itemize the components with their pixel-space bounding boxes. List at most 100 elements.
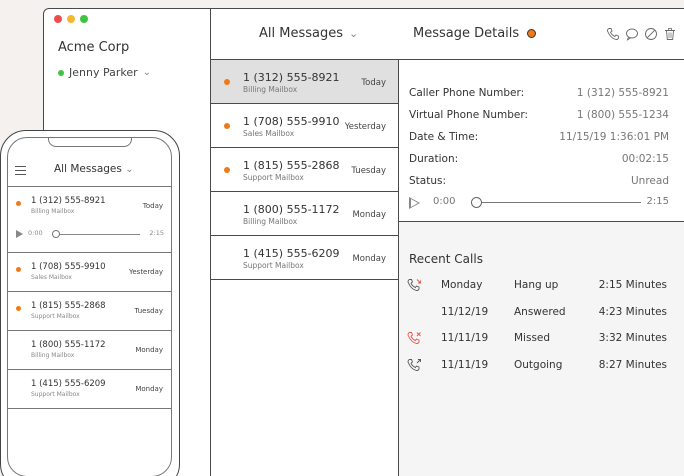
detail-label: Date & Time: (409, 131, 479, 143)
message-mailbox: Billing Mailbox (243, 217, 298, 226)
call-row: Monday Hang up 2:15 Minutes (407, 279, 667, 293)
message-date: Yesterday (129, 268, 163, 276)
play-icon[interactable] (16, 230, 23, 238)
phone-message-row[interactable]: 1 (815) 555-2868 Support Mailbox Tuesday (8, 292, 171, 331)
unread-dot (224, 123, 230, 129)
message-row[interactable]: 1 (312) 555-8921 Billing Mailbox Today (211, 60, 398, 104)
detail-label: Virtual Phone Number: (409, 109, 529, 121)
phone-message-row[interactable]: 1 (312) 555-8921 Billing Mailbox Today 0… (8, 187, 171, 253)
call-duration: 4:23 Minutes (598, 306, 667, 318)
detail-header: Message Details (413, 26, 537, 41)
audio-player: 0:00 2:15 (409, 196, 669, 210)
player-total-time: 2:15 (149, 229, 164, 237)
phone-header: All Messages ⌄ (8, 154, 171, 187)
detail-virtual-row: Virtual Phone Number: 1 (800) 555-1234 (409, 109, 669, 121)
player-progress-track[interactable] (52, 234, 140, 235)
detail-value: 1 (800) 555-1234 (576, 109, 669, 121)
message-row[interactable]: 1 (708) 555-9910 Sales Mailbox Yesterday (211, 104, 398, 148)
player-progress-track[interactable] (471, 202, 641, 203)
message-number: 1 (815) 555-2868 (31, 301, 106, 311)
chevron-down-icon: ⌄ (125, 164, 134, 175)
phone-filter-dropdown[interactable]: All Messages ⌄ (54, 163, 134, 175)
player-scrubber[interactable] (471, 197, 482, 208)
player-current-time: 0:00 (28, 229, 43, 237)
detail-label: Status: (409, 175, 446, 187)
message-date: Tuesday (134, 307, 163, 315)
user-switcher[interactable]: Jenny Parker ⌄ (58, 66, 151, 79)
message-number: 1 (800) 555-1172 (243, 203, 340, 216)
message-date: Today (142, 202, 163, 210)
detail-status-row: Status: Unread (409, 175, 669, 187)
detail-duration-row: Duration: 00:02:15 (409, 153, 669, 165)
detail-caller-row: Caller Phone Number: 1 (312) 555-8921 (409, 87, 669, 99)
message-mailbox: Support Mailbox (31, 391, 80, 398)
phone-screen: All Messages ⌄ 1 (312) 555-8921 Billing … (7, 137, 172, 476)
detail-actions (605, 26, 677, 41)
play-icon[interactable] (409, 197, 420, 209)
call-status: Answered (514, 306, 566, 318)
detail-title: Message Details (413, 26, 520, 41)
unread-dot (16, 201, 21, 206)
message-row[interactable]: 1 (415) 555-6209 Support Mailbox Monday (211, 236, 398, 280)
message-mailbox: Support Mailbox (243, 261, 304, 270)
unread-dot (16, 306, 21, 311)
player-current-time: 0:00 (433, 196, 456, 207)
call-duration: 2:15 Minutes (598, 279, 667, 291)
chat-icon[interactable] (624, 26, 639, 41)
detail-datetime-row: Date & Time: 11/15/19 1:36:01 PM (409, 131, 669, 143)
phone-message-row[interactable]: 1 (708) 555-9910 Sales Mailbox Yesterday (8, 253, 171, 292)
message-mailbox: Billing Mailbox (31, 208, 75, 215)
message-details: Caller Phone Number: 1 (312) 555-8921 Vi… (399, 60, 684, 222)
message-filter-dropdown[interactable]: All Messages ⌄ (259, 26, 358, 41)
message-list: 1 (312) 555-8921 Billing Mailbox Today 1… (211, 60, 399, 476)
call-duration: 8:27 Minutes (598, 359, 667, 371)
call-row: 11/11/19 Missed 3:32 Minutes (407, 332, 667, 346)
message-number: 1 (312) 555-8921 (31, 196, 106, 206)
message-number: 1 (815) 555-2868 (243, 159, 340, 172)
main-header: All Messages ⌄ Message Details (211, 9, 684, 60)
message-date: Monday (352, 210, 386, 220)
message-date: Today (361, 78, 386, 88)
message-mailbox: Support Mailbox (31, 313, 80, 320)
detail-value: 11/15/19 1:36:01 PM (559, 131, 669, 143)
detail-label: Duration: (409, 153, 459, 165)
player-scrubber[interactable] (52, 230, 60, 238)
call-date: Monday (441, 279, 483, 291)
detail-value: 00:02:15 (621, 153, 669, 165)
call-row: 11/11/19 Outgoing 8:27 Minutes (407, 359, 667, 373)
message-mailbox: Sales Mailbox (243, 129, 295, 138)
message-date: Monday (135, 346, 163, 354)
company-name: Acme Corp (58, 40, 130, 55)
phone-message-row[interactable]: 1 (415) 555-6209 Support Mailbox Monday (8, 370, 171, 409)
unread-dot (224, 167, 230, 173)
trash-icon[interactable] (662, 26, 677, 41)
unread-dot (16, 267, 21, 272)
message-row[interactable]: 1 (800) 555-1172 Billing Mailbox Monday (211, 192, 398, 236)
call-status: Missed (514, 332, 551, 344)
call-status: Outgoing (514, 359, 563, 371)
chevron-down-icon: ⌄ (349, 27, 359, 40)
message-date: Yesterday (344, 122, 386, 132)
phone-audio-player: 0:00 2:15 (16, 229, 164, 239)
detail-value: Unread (631, 175, 669, 187)
call-duration: 3:32 Minutes (598, 332, 667, 344)
call-date: 11/12/19 (441, 306, 489, 318)
message-date: Monday (135, 385, 163, 393)
phone-message-row[interactable]: 1 (800) 555-1172 Billing Mailbox Monday (8, 331, 171, 370)
missed-call-icon (407, 331, 424, 347)
message-date: Tuesday (351, 166, 386, 176)
message-mailbox: Sales Mailbox (31, 274, 72, 281)
message-mailbox: Billing Mailbox (31, 352, 75, 359)
detail-value: 1 (312) 555-8921 (576, 87, 669, 99)
recent-calls: Recent Calls Monday Hang up 2:15 Minutes… (399, 222, 684, 476)
user-name: Jenny Parker (69, 66, 138, 79)
online-status-dot (58, 69, 64, 76)
menu-icon[interactable] (15, 166, 26, 178)
block-icon[interactable] (643, 26, 658, 41)
detail-label: Caller Phone Number: (409, 87, 525, 99)
message-row[interactable]: 1 (815) 555-2868 Support Mailbox Tuesday (211, 148, 398, 192)
phone-icon[interactable] (605, 26, 620, 41)
player-total-time: 2:15 (646, 196, 669, 207)
unread-indicator (527, 29, 537, 38)
message-mailbox: Billing Mailbox (243, 85, 298, 94)
